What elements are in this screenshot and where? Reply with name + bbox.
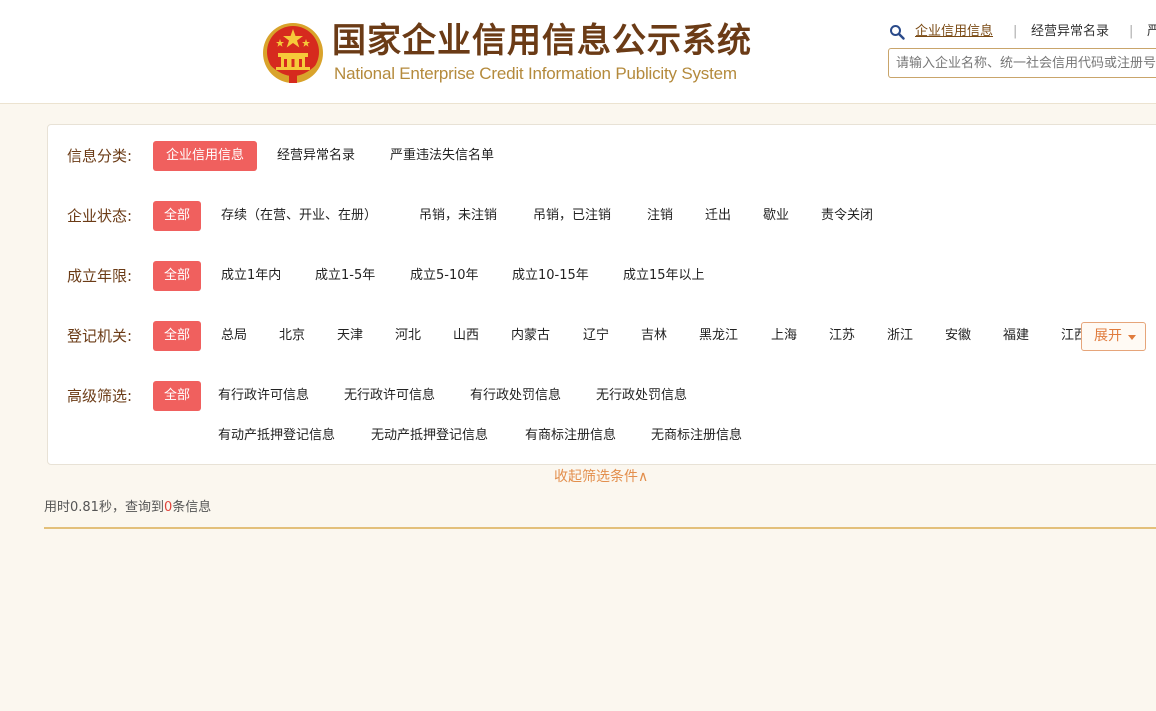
filter-option-has-penalty[interactable]: 有行政处罚信息: [470, 381, 561, 411]
filter-option-authority-all[interactable]: 全部: [153, 321, 201, 351]
filter-label-advanced: 高级筛选:: [67, 387, 133, 405]
filter-option-no-penalty[interactable]: 无行政处罚信息: [596, 381, 687, 411]
search-box: [888, 48, 1156, 78]
filter-option-status-revoked-cancelled[interactable]: 吊销，已注销: [533, 201, 611, 231]
filter-option-no-mortgage[interactable]: 无动产抵押登记信息: [371, 421, 488, 451]
nav-separator: |: [1129, 24, 1134, 39]
filter-option-authority-liaoning[interactable]: 辽宁: [583, 321, 609, 351]
filter-option-authority-fujian[interactable]: 福建: [1003, 321, 1029, 351]
filter-label-status: 企业状态:: [67, 207, 133, 225]
filter-panel: 信息分类: 企业信用信息 经营异常名录 严重违法失信名单 企业状态: 全部 存续…: [47, 124, 1156, 465]
search-input[interactable]: [889, 49, 1156, 77]
filter-option-no-license[interactable]: 无行政许可信息: [344, 381, 435, 411]
filter-option-status-all[interactable]: 全部: [153, 201, 201, 231]
filter-row-authority: 登记机关: 全部 总局 北京 天津 河北 山西 内蒙古 辽宁 吉林 黑龙江 上海…: [48, 321, 1156, 351]
filter-option-years-all[interactable]: 全部: [153, 261, 201, 291]
filter-row-years: 成立年限: 全部 成立1年内 成立1-5年 成立5-10年 成立10-15年 成…: [48, 261, 1156, 291]
nav-separator: |: [1013, 24, 1018, 39]
filter-option-authority-tianjin[interactable]: 天津: [337, 321, 363, 351]
result-suffix: 条信息: [172, 500, 212, 515]
filter-option-years-1[interactable]: 成立1年内: [221, 261, 281, 291]
filter-option-authority-anhui[interactable]: 安徽: [945, 321, 971, 351]
filter-option-credit-info[interactable]: 企业信用信息: [153, 141, 257, 171]
filter-label-category: 信息分类:: [67, 147, 133, 165]
nav-credit-info[interactable]: 企业信用信息: [915, 22, 993, 42]
filter-option-years-1-5[interactable]: 成立1-5年: [315, 261, 375, 291]
filter-option-serious-violation[interactable]: 严重违法失信名单: [390, 141, 494, 171]
filter-option-authority-jilin[interactable]: 吉林: [641, 321, 667, 351]
site-subtitle: National Enterprise Credit Information P…: [334, 64, 737, 83]
nav-abnormal-list[interactable]: 经营异常名录: [1031, 22, 1109, 42]
collapse-filters-link[interactable]: 收起筛选条件∧: [554, 467, 648, 487]
site-title: 国家企业信用信息公示系统: [332, 21, 752, 61]
filter-option-has-trademark[interactable]: 有商标注册信息: [525, 421, 616, 451]
filter-option-status-active[interactable]: 存续（在营、开业、在册）: [221, 201, 377, 231]
filter-option-years-15plus[interactable]: 成立15年以上: [623, 261, 705, 291]
national-emblem-icon: [263, 23, 323, 83]
filter-row-advanced-2: 有动产抵押登记信息 无动产抵押登记信息 有商标注册信息 无商标注册信息: [48, 421, 1156, 451]
search-icon: [890, 25, 905, 40]
filter-row-category: 信息分类: 企业信用信息 经营异常名录 严重违法失信名单: [48, 141, 1156, 171]
result-count: 0: [163, 500, 173, 515]
filter-option-status-cancelled[interactable]: 注销: [647, 201, 673, 231]
filter-label-years: 成立年限:: [67, 267, 133, 285]
filter-option-authority-shanghai[interactable]: 上海: [771, 321, 797, 351]
filter-option-authority-jiangsu[interactable]: 江苏: [829, 321, 855, 351]
filter-option-has-mortgage[interactable]: 有动产抵押登记信息: [218, 421, 335, 451]
result-divider: [44, 527, 1156, 529]
filter-option-status-moved-out[interactable]: 迁出: [705, 201, 731, 231]
filter-option-status-suspended[interactable]: 歇业: [763, 201, 789, 231]
filter-option-has-license[interactable]: 有行政许可信息: [218, 381, 309, 411]
caret-down-icon: [1128, 335, 1136, 340]
filter-option-authority-hebei[interactable]: 河北: [395, 321, 421, 351]
filter-row-status: 企业状态: 全部 存续（在营、开业、在册） 吊销，未注销 吊销，已注销 注销 迁…: [48, 201, 1156, 231]
filter-option-authority-zhejiang[interactable]: 浙江: [887, 321, 913, 351]
filter-option-years-5-10[interactable]: 成立5-10年: [410, 261, 479, 291]
filter-option-no-trademark[interactable]: 无商标注册信息: [651, 421, 742, 451]
expand-button-label: 展开: [1094, 328, 1122, 344]
filter-option-status-revoked-not-cancelled[interactable]: 吊销，未注销: [419, 201, 497, 231]
result-prefix: 用时0.81秒，查询到: [44, 500, 164, 515]
filter-row-advanced: 高级筛选: 全部 有行政许可信息 无行政许可信息 有行政处罚信息 无行政处罚信息: [48, 381, 1156, 411]
filter-option-authority-beijing[interactable]: 北京: [279, 321, 305, 351]
expand-button[interactable]: 展开: [1081, 322, 1146, 351]
filter-label-authority: 登记机关:: [67, 327, 133, 345]
filter-option-abnormal-list[interactable]: 经营异常名录: [277, 141, 355, 171]
filter-option-advanced-all[interactable]: 全部: [153, 381, 201, 411]
filter-option-authority-heilongjiang[interactable]: 黑龙江: [699, 321, 738, 351]
site-header: 国家企业信用信息公示系统 National Enterprise Credit …: [0, 0, 1156, 104]
filter-option-authority-inner-mongolia[interactable]: 内蒙古: [511, 321, 550, 351]
nav-serious-violation[interactable]: 严: [1147, 22, 1156, 42]
filter-option-authority-headquarters[interactable]: 总局: [221, 321, 247, 351]
filter-option-status-ordered-closed[interactable]: 责令关闭: [821, 201, 873, 231]
result-summary: 用时0.81秒，查询到0条信息: [44, 499, 211, 517]
filter-option-years-10-15[interactable]: 成立10-15年: [512, 261, 589, 291]
filter-option-authority-shanxi[interactable]: 山西: [453, 321, 479, 351]
